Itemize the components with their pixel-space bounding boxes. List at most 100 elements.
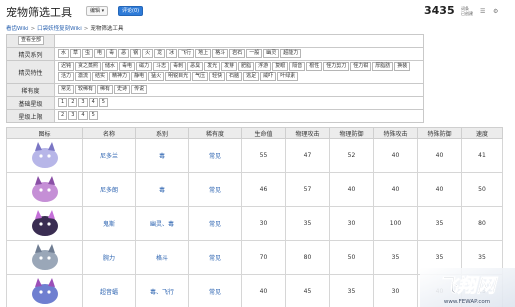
ability-filter-option[interactable]: 迟钝 <box>58 62 75 71</box>
rarity-filter-option[interactable]: 传说 <box>131 85 148 94</box>
list-icon[interactable]: ☰ <box>480 8 485 15</box>
type-filter-option[interactable]: 格斗 <box>212 49 229 58</box>
pet-name[interactable]: 尼多朗 <box>82 172 136 207</box>
base-star-filter-option[interactable]: 1 <box>58 98 68 107</box>
table-row[interactable]: 尼多朗毒常见 46 57 40 40 40 50 <box>6 172 503 207</box>
column-header[interactable]: 物理攻击 <box>285 127 330 139</box>
base-star-filter-option[interactable]: 2 <box>68 98 78 107</box>
ability-filter-option[interactable]: 发芽 <box>221 62 238 71</box>
stat-physical-defense: 30 <box>329 206 374 241</box>
ability-filter-option[interactable]: 石脑 <box>226 72 243 81</box>
type-filter-option[interactable]: 地上 <box>195 49 212 58</box>
column-header[interactable]: 生命值 <box>241 127 286 139</box>
base-star-filter-option[interactable]: 4 <box>88 98 98 107</box>
ability-filter-option[interactable]: 贪之蒸照 <box>75 62 102 71</box>
type-filter-option[interactable]: 钢 <box>130 49 142 58</box>
max-star-filter-option[interactable]: 2 <box>58 111 68 120</box>
rarity-filter-option[interactable]: 较稀有 <box>75 85 97 94</box>
pet-name[interactable]: 尼多兰 <box>82 138 136 173</box>
ability-filter-option[interactable]: 逃足 <box>243 72 260 81</box>
pet-rarity[interactable]: 常见 <box>188 172 242 207</box>
type-filter-option[interactable]: 恶 <box>118 49 130 58</box>
pet-rarity[interactable]: 常见 <box>188 138 242 173</box>
ability-filter-option[interactable]: 磁力 <box>136 62 153 71</box>
pet-name[interactable]: 腕力 <box>82 240 136 275</box>
ability-filter-option[interactable]: 静电 <box>131 72 148 81</box>
type-filter-option[interactable]: 岩石 <box>229 49 246 58</box>
type-filter-option[interactable]: 幽灵 <box>263 49 280 58</box>
type-filter-option[interactable]: 电 <box>94 49 106 58</box>
max-star-filter-option[interactable]: 4 <box>78 111 88 120</box>
view-all-button[interactable]: 查看全部 <box>17 36 44 45</box>
filter-panel: 查看全部 精灵系列 水草虫电毒恶钢火龙冰飞行 地上 格斗 岩石 一般 幽灵 超能力 精灵特性… <box>6 34 424 123</box>
type-filter-option[interactable]: 冰 <box>166 49 178 58</box>
ability-filter-option[interactable]: 厚脂肪 <box>372 62 394 71</box>
ability-filter-option[interactable]: 肥脂 <box>238 62 255 71</box>
ability-filter-option[interactable]: 储水 <box>102 62 119 71</box>
pet-type[interactable]: 格斗 <box>135 240 189 275</box>
discuss-button[interactable]: 评论(0) <box>118 6 144 16</box>
ability-filter-option[interactable]: 气压 <box>192 72 209 81</box>
ability-filter-option[interactable]: 复眼 <box>272 62 289 71</box>
ability-filter-option[interactable]: 精神力 <box>109 72 131 81</box>
ability-filter-option[interactable]: 叶绿素 <box>277 72 299 81</box>
type-filter-option[interactable]: 毒 <box>106 49 118 58</box>
column-header[interactable]: 速度 <box>461 127 503 139</box>
column-header[interactable]: 特殊攻击 <box>373 127 418 139</box>
pet-type[interactable]: 幽灵、毒 <box>135 206 189 241</box>
column-header[interactable]: 图标 <box>6 127 83 139</box>
type-filter-option[interactable]: 飞行 <box>178 49 195 58</box>
rarity-filter-option[interactable]: 常见 <box>58 85 75 94</box>
ability-filter-option[interactable]: 激流 <box>75 72 92 81</box>
rarity-filter-option[interactable]: 史诗 <box>114 85 131 94</box>
pet-type[interactable]: 毒 <box>135 138 189 173</box>
ability-filter-option[interactable]: 毒刺 <box>170 62 187 71</box>
pet-name[interactable]: 鬼斯 <box>82 206 136 241</box>
column-header[interactable]: 特殊防御 <box>417 127 462 139</box>
base-star-filter-option[interactable]: 3 <box>78 98 88 107</box>
type-filter-option[interactable]: 超能力 <box>280 49 302 58</box>
max-star-filter-option[interactable]: 3 <box>68 111 78 120</box>
ability-filter-option[interactable]: 换装 <box>394 62 411 71</box>
ability-filter-option[interactable]: 猛火 <box>148 72 165 81</box>
ability-filter-option[interactable]: 恶臭 <box>187 62 204 71</box>
pet-type[interactable]: 毒 <box>135 172 189 207</box>
breadcrumb-parent[interactable]: 口袋妖怪复刻Wiki <box>37 26 82 32</box>
type-filter-option[interactable]: 草 <box>70 49 82 58</box>
ability-filter-option[interactable]: 毒电 <box>119 62 136 71</box>
breadcrumb-home[interactable]: 看齿Wiki <box>6 26 29 32</box>
ability-filter-option[interactable]: 轻快 <box>209 72 226 81</box>
pet-rarity[interactable]: 常见 <box>188 274 242 307</box>
base-star-filter-option[interactable]: 5 <box>98 98 108 107</box>
pet-name[interactable]: 超音蝠 <box>82 274 136 307</box>
table-row[interactable]: 鬼斯 幽灵、毒 常见 30 35 30 100 35 80 <box>6 206 503 241</box>
rarity-filter-option[interactable]: 稀有 <box>97 85 114 94</box>
table-row[interactable]: 尼多兰毒常见 55 47 52 40 40 41 <box>6 138 503 173</box>
ability-filter-option[interactable]: 明锐目光 <box>165 72 192 81</box>
settings-icon[interactable]: ⚙ <box>493 8 498 15</box>
column-header[interactable]: 物理防御 <box>329 127 374 139</box>
type-filter-option[interactable]: 火 <box>142 49 154 58</box>
ability-filter-option[interactable]: 隔音 <box>289 62 306 71</box>
max-star-filter-option[interactable]: 5 <box>88 111 98 120</box>
type-filter-option[interactable]: 龙 <box>154 49 166 58</box>
pet-rarity[interactable]: 常见 <box>188 240 242 275</box>
pet-type[interactable]: 毒、飞行 <box>135 274 189 307</box>
ability-filter-option[interactable]: 根性 <box>306 62 323 71</box>
edit-button[interactable]: 编辑 ▾ <box>86 6 109 16</box>
type-filter-option[interactable]: 一般 <box>246 49 263 58</box>
column-header[interactable]: 系别 <box>135 127 189 139</box>
column-header[interactable]: 名称 <box>82 127 136 139</box>
ability-filter-option[interactable]: 发光 <box>204 62 221 71</box>
ability-filter-option[interactable]: 活力 <box>58 72 75 81</box>
column-header[interactable]: 稀有度 <box>188 127 242 139</box>
ability-filter-option[interactable]: 怪力剪刀 <box>323 62 350 71</box>
type-filter-option[interactable]: 虫 <box>82 49 94 58</box>
ability-filter-option[interactable]: 威吓 <box>260 72 277 81</box>
ability-filter-option[interactable]: 怪力钳 <box>350 62 372 71</box>
ability-filter-option[interactable]: 浮游 <box>255 62 272 71</box>
ability-filter-option[interactable]: 斗志 <box>153 62 170 71</box>
pet-rarity[interactable]: 常见 <box>188 206 242 241</box>
type-filter-option[interactable]: 水 <box>58 49 70 58</box>
ability-filter-option[interactable]: 结实 <box>92 72 109 81</box>
